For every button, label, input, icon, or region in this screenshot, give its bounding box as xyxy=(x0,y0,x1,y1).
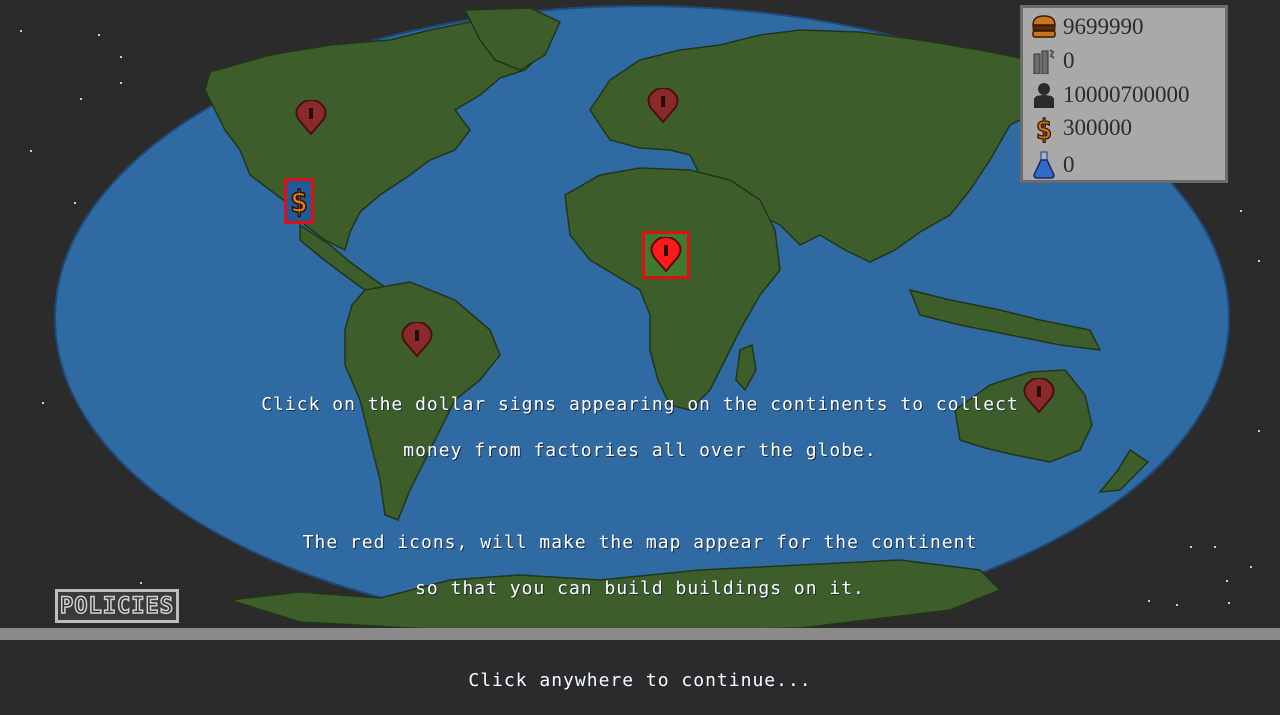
collect-money-north-america[interactable]: $ xyxy=(284,178,314,224)
resource-population: 10000700000 xyxy=(1031,80,1190,110)
tutorial-overlay[interactable]: Click on the dollar signs appearing on t… xyxy=(140,370,1140,715)
tutorial-line: The red icons, will make the map appear … xyxy=(302,532,978,553)
tutorial-spacer xyxy=(140,485,1140,508)
map-pin-north-america[interactable] xyxy=(294,100,328,136)
flask-icon xyxy=(1031,151,1057,179)
tutorial-line: money from factories all over the globe. xyxy=(403,440,877,461)
dollar-icon: $ xyxy=(289,184,309,221)
svg-text:$: $ xyxy=(1036,113,1053,143)
map-pin-europe[interactable] xyxy=(646,88,680,124)
map-pin-icon xyxy=(650,237,682,273)
map-pin-icon xyxy=(401,322,433,358)
factory-chimney-icon xyxy=(1031,48,1057,74)
money-value: 300000 xyxy=(1063,115,1132,140)
burger-icon xyxy=(1031,14,1057,40)
tutorial-continue: Click anywhere to continue... xyxy=(468,670,812,691)
pollution-value: 0 xyxy=(1063,48,1075,73)
svg-text:$: $ xyxy=(290,185,308,220)
bottom-bar xyxy=(0,628,1280,640)
food-value: 9699990 xyxy=(1063,14,1144,39)
map-pin-icon xyxy=(647,88,679,124)
resource-pollution: 0 xyxy=(1031,46,1075,76)
tutorial-line: so that you can build buildings on it. xyxy=(415,578,865,599)
map-pin-africa[interactable] xyxy=(642,231,690,279)
policies-button[interactable]: POLICIES xyxy=(55,589,179,623)
research-value: 0 xyxy=(1063,152,1075,177)
resource-research: 0 xyxy=(1031,150,1075,180)
resource-panel: 9699990 0 10000700000 $ 300000 0 xyxy=(1020,5,1228,183)
population-value: 10000700000 xyxy=(1063,82,1190,107)
map-pin-south-america[interactable] xyxy=(400,322,434,358)
dollar-icon: $ xyxy=(1031,113,1057,143)
map-pin-icon xyxy=(295,100,327,136)
game-stage[interactable]: $ 9699990 0 10000700000 $ 300000 0 Click… xyxy=(0,0,1280,691)
tutorial-line: Click on the dollar signs appearing on t… xyxy=(261,394,1019,415)
person-icon xyxy=(1031,82,1057,108)
resource-food: 9699990 xyxy=(1031,12,1144,42)
policies-label: POLICIES xyxy=(59,593,174,620)
resource-money: $ 300000 xyxy=(1031,113,1132,143)
